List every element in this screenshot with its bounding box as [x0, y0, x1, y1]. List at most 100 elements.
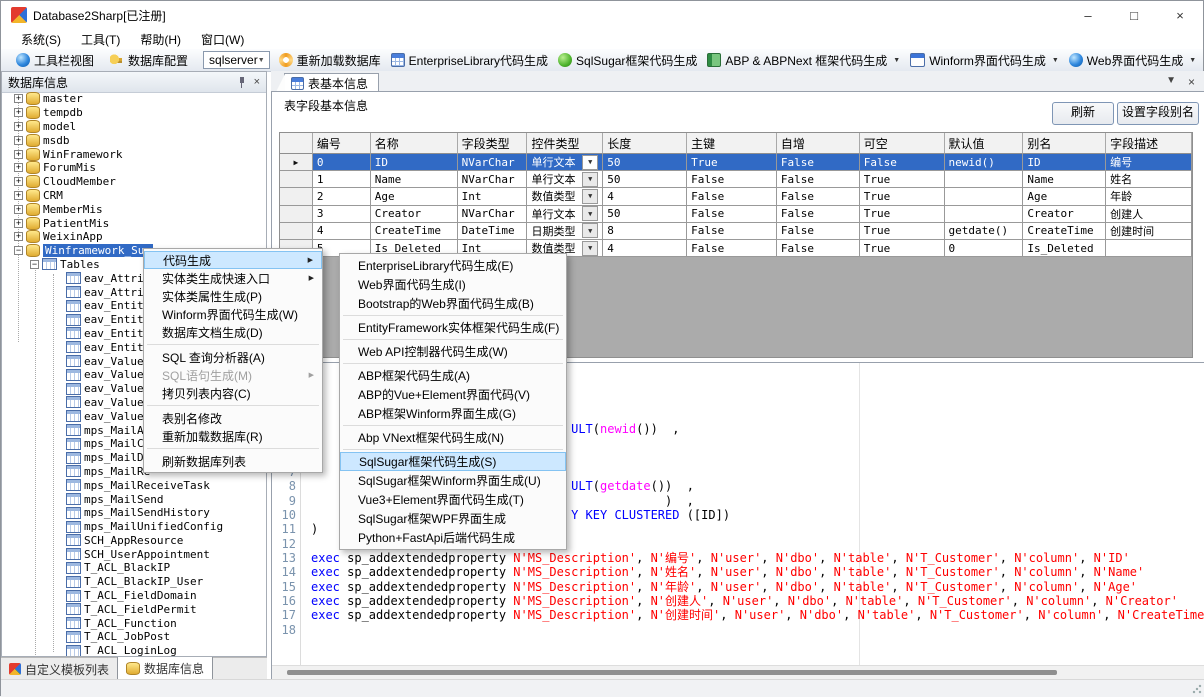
- grid-cell[interactable]: 4: [603, 240, 687, 257]
- grid-cell[interactable]: False: [777, 240, 860, 257]
- row-selector[interactable]: [280, 188, 313, 205]
- grid-cell[interactable]: Creator: [1023, 206, 1106, 223]
- scrollbar-thumb[interactable]: [287, 670, 1057, 675]
- tree-row[interactable]: +CloudMember: [3, 175, 265, 189]
- column-header[interactable]: 默认值: [945, 133, 1024, 154]
- grid-cell[interactable]: 创建人: [1106, 206, 1192, 223]
- tree-row[interactable]: mps_MailUnifiedConfig: [3, 520, 265, 534]
- collapse-icon[interactable]: −: [30, 260, 39, 269]
- tree-row[interactable]: mps_MailReceiveTask: [3, 478, 265, 492]
- web-gen-button[interactable]: Web界面代码生成 ▼: [1064, 50, 1201, 71]
- expand-icon[interactable]: +: [14, 136, 23, 145]
- tree-row[interactable]: mps_MailSendHistory: [3, 506, 265, 520]
- column-header[interactable]: 字段类型: [458, 133, 528, 154]
- grid-cell[interactable]: False: [777, 171, 860, 188]
- grid-cell[interactable]: 单行文本▼: [527, 206, 603, 223]
- left-tab-template-list[interactable]: 自定义模板列表: [1, 658, 117, 680]
- cell-dropdown-button[interactable]: ▼: [582, 241, 598, 256]
- column-header[interactable]: 长度: [603, 133, 687, 154]
- grid-cell[interactable]: False: [777, 223, 860, 240]
- horizontal-scrollbar[interactable]: [272, 665, 1204, 680]
- expand-icon[interactable]: +: [14, 163, 23, 172]
- context-menu-item[interactable]: 实体类生成快速入口▶: [144, 269, 322, 287]
- abp-gen-button[interactable]: ABP & ABPNext 框架代码生成 ▼: [702, 50, 905, 71]
- context-menu-item[interactable]: 表别名修改: [144, 409, 322, 427]
- submenu-item[interactable]: Web界面代码生成(I): [340, 275, 566, 294]
- column-header[interactable]: 字段描述: [1106, 133, 1192, 154]
- expand-icon[interactable]: +: [14, 205, 23, 214]
- grid-cell[interactable]: [945, 206, 1024, 223]
- grid-cell[interactable]: True: [860, 206, 945, 223]
- grid-cell[interactable]: 2: [313, 188, 371, 205]
- grid-cell[interactable]: True: [860, 223, 945, 240]
- grid-cell[interactable]: [945, 171, 1024, 188]
- grid-cell[interactable]: True: [687, 154, 777, 171]
- menubar-item[interactable]: 系统(S): [11, 29, 71, 50]
- database-type-select[interactable]: sqlserver ▼: [203, 51, 270, 69]
- expand-icon[interactable]: +: [14, 122, 23, 131]
- tab-close-icon[interactable]: ×: [1188, 75, 1195, 89]
- tree-row[interactable]: +PatientMis: [3, 216, 265, 230]
- set-field-alias-button[interactable]: 设置字段别名: [1117, 102, 1199, 125]
- context-menu-item[interactable]: 代码生成▶: [144, 251, 322, 269]
- grid-cell[interactable]: newid(): [945, 154, 1024, 171]
- expand-icon[interactable]: +: [14, 177, 23, 186]
- minimize-button[interactable]: –: [1065, 1, 1111, 29]
- tree-row[interactable]: +WeixinApp: [3, 230, 265, 244]
- context-menu-item[interactable]: 数据库文档生成(D): [144, 323, 322, 341]
- column-header[interactable]: 自增: [777, 133, 860, 154]
- grid-cell[interactable]: NVarChar: [458, 206, 528, 223]
- panel-close-icon[interactable]: ×: [254, 76, 260, 88]
- column-header[interactable]: 控件类型: [527, 133, 603, 154]
- grid-cell[interactable]: 50: [603, 171, 687, 188]
- tree-row[interactable]: mps_MailSend: [3, 492, 265, 506]
- tab-table-basic-info[interactable]: 表基本信息: [284, 73, 379, 92]
- grid-cell[interactable]: 日期类型▼: [527, 223, 603, 240]
- tree-row[interactable]: SCH_AppResource: [3, 534, 265, 548]
- tree-row[interactable]: SCH_UserAppointment: [3, 547, 265, 561]
- row-selector[interactable]: [280, 171, 313, 188]
- grid-cell[interactable]: 8: [603, 223, 687, 240]
- column-header[interactable]: 主键: [687, 133, 777, 154]
- cell-dropdown-button[interactable]: ▼: [582, 189, 598, 204]
- grid-cell[interactable]: 4: [313, 223, 371, 240]
- submenu-item[interactable]: Vue3+Element界面代码生成(T): [340, 490, 566, 509]
- grid-cell[interactable]: False: [777, 154, 860, 171]
- column-header[interactable]: 别名: [1023, 133, 1106, 154]
- grid-cell[interactable]: False: [687, 240, 777, 257]
- grid-cell[interactable]: Is_Deleted: [1023, 240, 1106, 257]
- toolbar-view-button[interactable]: 工具栏视图: [11, 50, 99, 71]
- grid-cell[interactable]: 单行文本▼: [527, 171, 603, 188]
- tree-row[interactable]: +msdb: [3, 133, 265, 147]
- tree-row[interactable]: T_ACL_FieldDomain: [3, 589, 265, 603]
- submenu-item[interactable]: Web API控制器代码生成(W): [340, 342, 566, 361]
- reload-db-button[interactable]: 重新加载数据库: [274, 50, 386, 71]
- grid-cell[interactable]: False: [687, 206, 777, 223]
- pin-icon[interactable]: [238, 77, 246, 88]
- grid-cell[interactable]: False: [777, 206, 860, 223]
- grid-cell[interactable]: 年龄: [1106, 188, 1192, 205]
- grid-cell[interactable]: Creator: [371, 206, 458, 223]
- left-tab-database-info[interactable]: 数据库信息: [117, 657, 213, 681]
- grid-cell[interactable]: False: [687, 188, 777, 205]
- resize-grip[interactable]: [1192, 684, 1202, 694]
- grid-cell[interactable]: Age: [1023, 188, 1106, 205]
- tree-row[interactable]: T_ACL_Function: [3, 616, 265, 630]
- submenu-item[interactable]: SqlSugar框架Winform界面生成(U): [340, 471, 566, 490]
- grid-cell[interactable]: ID: [1023, 154, 1106, 171]
- cell-dropdown-button[interactable]: ▼: [582, 223, 598, 238]
- grid-cell[interactable]: 1: [313, 171, 371, 188]
- submenu-item[interactable]: ABP的Vue+Element界面代码(V): [340, 385, 566, 404]
- cell-dropdown-button[interactable]: ▼: [582, 172, 598, 187]
- column-header[interactable]: 编号: [313, 133, 371, 154]
- tree-row[interactable]: T_ACL_BlackIP: [3, 561, 265, 575]
- grid-cell[interactable]: 数值类型▼: [527, 188, 603, 205]
- tree-row[interactable]: +MemberMis: [3, 202, 265, 216]
- cell-dropdown-button[interactable]: ▼: [582, 155, 598, 170]
- tab-list-chevron-icon[interactable]: ▼: [1166, 75, 1176, 89]
- grid-cell[interactable]: Name: [1023, 171, 1106, 188]
- close-button[interactable]: ×: [1157, 1, 1203, 29]
- refresh-button[interactable]: 刷新: [1052, 102, 1114, 125]
- grid-cell[interactable]: False: [687, 171, 777, 188]
- tree-row[interactable]: T_ACL_FieldPermit: [3, 602, 265, 616]
